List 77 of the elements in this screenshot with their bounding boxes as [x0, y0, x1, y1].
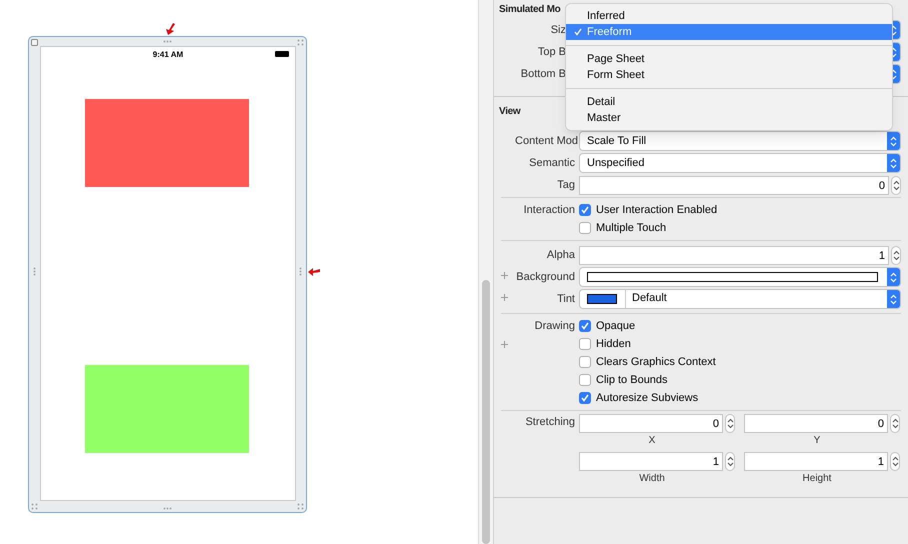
- field-caption: Y: [812, 434, 822, 448]
- checkbox[interactable]: [579, 374, 591, 386]
- stepper-icon[interactable]: [725, 414, 735, 433]
- plus-icon[interactable]: [501, 341, 508, 348]
- section-title: View: [499, 106, 520, 117]
- status-time: 9:41 AM: [152, 49, 184, 61]
- close-icon[interactable]: [31, 39, 38, 46]
- number-field[interactable]: 1: [579, 246, 889, 264]
- checkbox-label[interactable]: Autoresize Subviews: [596, 390, 698, 406]
- checkbox-label[interactable]: Clears Graphics Context: [596, 354, 716, 370]
- field-label: Semantic: [529, 156, 575, 171]
- battery-icon: [275, 51, 289, 57]
- colored-view[interactable]: [85, 365, 249, 453]
- chevron-icon: [887, 268, 900, 286]
- checkbox-label[interactable]: Hidden: [596, 336, 631, 352]
- resize-handle-icon[interactable]: [297, 39, 304, 46]
- chevron-icon: [887, 154, 900, 172]
- color-popup-button[interactable]: [579, 267, 901, 287]
- menu-item[interactable]: Freeform: [566, 24, 892, 40]
- menu-item[interactable]: Master: [566, 110, 892, 126]
- field-label: Content Mod: [515, 134, 578, 149]
- menu-item[interactable]: Inferred: [566, 8, 892, 24]
- menu-item[interactable]: Detail: [566, 94, 892, 110]
- checkbox[interactable]: [579, 338, 591, 350]
- field-label: Alpha: [546, 248, 575, 263]
- arrow-icon: [164, 22, 176, 36]
- field-label: Bottom B: [520, 66, 566, 82]
- plus-icon[interactable]: [501, 272, 508, 279]
- field-label: Tag: [557, 178, 575, 193]
- checkbox[interactable]: [579, 320, 591, 332]
- checkmark-icon: [574, 28, 582, 36]
- menu-item[interactable]: Form Sheet: [566, 67, 892, 83]
- section-title: Simulated Mo: [499, 4, 560, 15]
- field-label: Top B: [538, 44, 566, 60]
- popup-button[interactable]: Unspecified: [579, 153, 901, 173]
- resize-handle-icon[interactable]: [163, 507, 172, 510]
- number-field[interactable]: 0: [579, 414, 723, 433]
- number-field[interactable]: 1: [579, 452, 723, 471]
- number-field[interactable]: 1: [744, 452, 888, 471]
- menu-item[interactable]: Page Sheet: [566, 51, 892, 67]
- chevron-icon: [887, 290, 900, 308]
- field-label: Drawing: [534, 318, 575, 334]
- scrollbar-thumb[interactable]: [482, 280, 490, 544]
- field-caption: Width: [638, 472, 666, 486]
- checkbox-label[interactable]: Clip to Bounds: [596, 372, 668, 388]
- resize-handle-icon[interactable]: [163, 40, 172, 43]
- checkbox[interactable]: [579, 204, 591, 216]
- checkbox[interactable]: [579, 222, 591, 234]
- number-field[interactable]: 0: [744, 414, 888, 433]
- field-label: Siz: [550, 22, 566, 38]
- colored-view[interactable]: [85, 99, 249, 187]
- resize-handle-icon[interactable]: [33, 267, 36, 276]
- stepper-icon[interactable]: [891, 176, 901, 194]
- resize-handle-icon[interactable]: [297, 503, 304, 510]
- chevron-icon: [887, 132, 900, 150]
- field-label: Stretching: [525, 415, 575, 430]
- field-label: Background: [516, 270, 575, 285]
- field-caption: Height: [802, 472, 832, 486]
- stepper-icon[interactable]: [725, 452, 735, 471]
- field-label: Interaction: [524, 202, 575, 218]
- stepper-icon[interactable]: [890, 452, 900, 471]
- stepper-icon[interactable]: [890, 414, 900, 433]
- checkbox[interactable]: [579, 392, 591, 404]
- checkbox-label[interactable]: Multiple Touch: [596, 220, 666, 236]
- field-label: Tint: [557, 292, 575, 307]
- popup-button[interactable]: Scale To Fill: [579, 131, 901, 151]
- field-caption: X: [648, 434, 656, 448]
- number-field[interactable]: 0: [579, 176, 889, 194]
- arrow-icon: [307, 266, 321, 277]
- checkbox[interactable]: [579, 356, 591, 368]
- checkbox-label[interactable]: User Interaction Enabled: [596, 202, 718, 218]
- stepper-icon[interactable]: [891, 246, 901, 264]
- checkbox-label[interactable]: Opaque: [596, 318, 636, 334]
- plus-icon[interactable]: [501, 294, 508, 301]
- color-popup-button[interactable]: Default: [579, 289, 901, 309]
- resize-handle-icon[interactable]: [299, 267, 302, 276]
- resize-handle-icon[interactable]: [31, 503, 38, 510]
